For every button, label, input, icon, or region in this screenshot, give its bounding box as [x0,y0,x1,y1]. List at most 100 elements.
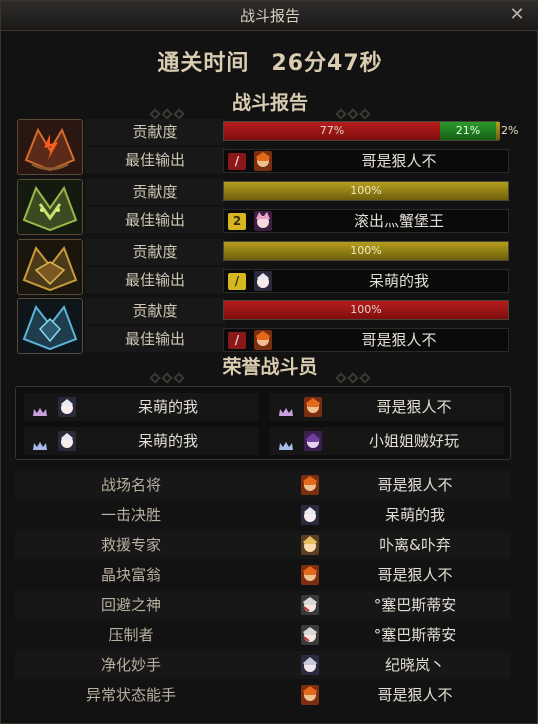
avatar [58,397,76,417]
red-horned-boss-icon [17,119,83,175]
boss-row: 贡献度 77% 21% 2% 最佳输出 / 哥是狠人不 [15,119,518,177]
close-icon[interactable]: ✕ [507,5,527,25]
ornament-left-icon [145,98,193,120]
yellow-slash-icon: / [228,273,246,290]
award-title: 净化妙手 [100,656,161,674]
best-output-label: 最佳输出 [85,147,225,173]
window-title: 战斗报告 [239,7,300,25]
clear-time-banner: 通关时间 26分47秒 [15,37,525,87]
honor-member-name: 呆萌的我 [137,432,198,450]
award-title: 一击决胜 [100,506,161,524]
clear-time-value: 26分47秒 [271,51,383,76]
ornament-right-icon [331,362,379,384]
honor-members-panel: 呆萌的我 哥是狠人不 呆萌的我 小姐姐贼好玩 [15,386,511,460]
award-winner-name: 哥是狠人不 [377,566,453,584]
contribution-bar: 77% 21% [223,121,500,141]
award-row: 救援专家 卟离&卟弃 [15,531,511,559]
honor-member[interactable]: 小姐姐贼好玩 [270,427,504,455]
honor-member[interactable]: 呆萌的我 [24,393,258,421]
contribution-segment-yellow: 100% [224,182,508,200]
award-winner-name: 纪晓岚丶 [384,656,445,674]
red-slash-icon: / [228,332,246,349]
avatar [301,595,319,615]
boss-row: 贡献度 100% 最佳输出 / 呆萌的我 [15,239,511,297]
avatar [254,330,272,350]
contribution-segment-yellow: 100% [224,242,508,260]
award-title: 救援专家 [100,536,161,554]
green-horned-boss-icon [17,179,83,235]
best-output-name: 呆萌的我 [368,272,429,290]
crown-icon [278,436,294,450]
award-row: 战场名将 哥是狠人不 [15,471,511,499]
report-section-title: 战斗报告 [231,92,308,114]
honor-member-name: 小姐姐贼好玩 [368,432,459,450]
award-row: 回避之神 °塞巴斯蒂安 [15,591,511,619]
contribution-bar: 100% [223,181,509,201]
award-row: 压制者 °塞巴斯蒂安 [15,621,511,649]
avatar [58,431,76,451]
boss-row: 贡献度 100% 最佳输出 2 滚出灬蟹堡王 [15,179,511,237]
award-title: 压制者 [108,626,154,644]
award-row: 一击决胜 呆萌的我 [15,501,511,529]
award-title: 回避之神 [100,596,161,614]
best-output-name: 滚出灬蟹堡王 [353,212,444,230]
avatar [301,685,319,705]
crown-icon [278,402,294,416]
contribution-label: 贡献度 [85,179,225,205]
best-output-box: / 哥是狠人不 [223,328,509,352]
avatar [301,655,319,675]
honor-member-name: 哥是狠人不 [376,398,452,416]
honor-section-header: 荣誉战斗员 [1,353,538,384]
boss-row: 贡献度 100% 最佳输出 / 哥是狠人不 [15,298,511,356]
contribution-label: 贡献度 [85,239,225,265]
blue-horned-boss-icon [17,298,83,354]
honor-member[interactable]: 哥是狠人不 [270,393,504,421]
avatar [254,151,272,171]
contribution-segment-red: 77% [224,122,440,140]
gold-horned-boss-icon [17,239,83,295]
award-row: 净化妙手 纪晓岚丶 [15,651,511,679]
report-section-header: 战斗报告 [1,89,538,120]
award-winner-name: 哥是狠人不 [377,476,453,494]
contribution-bar: 100% [223,300,509,320]
class-badge-2: 2 [228,213,246,230]
best-output-label: 最佳输出 [85,267,225,293]
best-output-name: 哥是狠人不 [361,331,437,349]
award-row: 异常状态能手 哥是狠人不 [15,681,511,709]
best-output-name: 哥是狠人不 [361,152,437,170]
award-winner-name: 卟离&卟弃 [379,536,451,554]
ornament-right-icon [331,98,379,120]
award-title: 晶块富翁 [100,566,161,584]
award-winner-name: 哥是狠人不 [377,686,453,704]
contribution-segment-red: 100% [224,301,508,319]
title-bar: 战斗报告 ✕ [1,1,538,31]
best-output-box: 2 滚出灬蟹堡王 [223,209,509,233]
crown-icon [32,402,48,416]
avatar [304,397,322,417]
honor-member[interactable]: 呆萌的我 [24,427,258,455]
honor-member-name: 呆萌的我 [137,398,198,416]
avatar [301,625,319,645]
red-slash-icon: / [228,153,246,170]
contribution-segment-green: 21% [440,122,496,140]
award-title: 战场名将 [100,476,161,494]
avatar [254,271,272,291]
best-output-label: 最佳输出 [85,207,225,233]
clear-time-label: 通关时间 [157,51,250,76]
award-winner-name: °塞巴斯蒂安 [373,596,457,614]
crown-icon [32,436,48,450]
avatar [301,475,319,495]
best-output-box: / 哥是狠人不 [223,149,509,173]
contribution-small-pct: 2% [501,124,519,137]
avatar [301,565,319,585]
contribution-segment-yellow [496,122,500,140]
best-output-label: 最佳输出 [85,326,225,352]
battle-report-window: 战斗报告 ✕ 通关时间 26分47秒 战斗报告 贡献度 77% 21% 2% 最佳… [0,0,538,724]
best-output-box: / 呆萌的我 [223,269,509,293]
contribution-label: 贡献度 [85,298,225,324]
avatar [304,431,322,451]
ornament-left-icon [145,362,193,384]
avatar [254,211,272,231]
contribution-label: 贡献度 [85,119,225,145]
award-title: 异常状态能手 [85,686,176,704]
